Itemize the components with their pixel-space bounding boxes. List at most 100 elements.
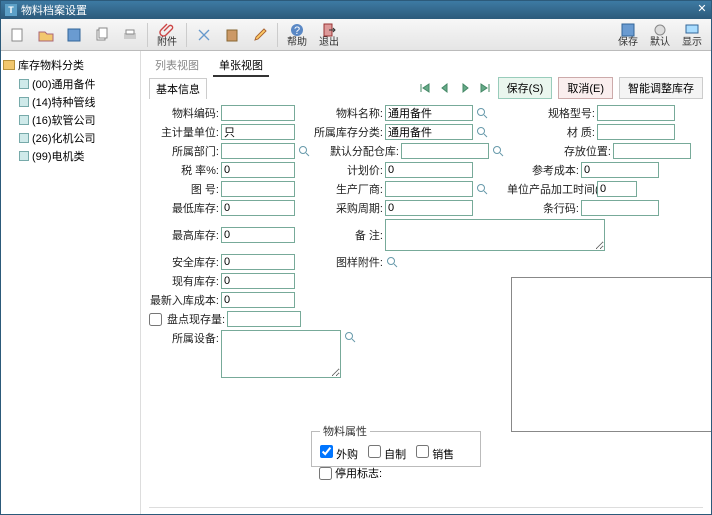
inp-equip[interactable]	[221, 330, 341, 378]
chk-sale[interactable]	[416, 445, 429, 458]
search-icon[interactable]	[385, 255, 399, 269]
tb-paste-icon[interactable]	[219, 21, 245, 49]
tb-copy-icon[interactable]	[89, 21, 115, 49]
main-panel: 列表视图 单张视图 基本信息 保存(S) 取消(E) 智能调整库存 物料编码:	[141, 51, 711, 514]
tb-save-icon[interactable]	[61, 21, 87, 49]
inp-inventory[interactable]	[227, 311, 301, 327]
smart-adjust-button[interactable]: 智能调整库存	[619, 77, 703, 99]
inp-spec[interactable]	[597, 105, 675, 121]
folder-icon	[3, 60, 15, 70]
lbl-remark: 备 注:	[313, 227, 383, 243]
inp-minstock[interactable]	[221, 200, 295, 216]
node-icon	[19, 133, 29, 143]
cancel-button[interactable]: 取消(E)	[558, 77, 613, 99]
lbl-supplier: 生产厂商:	[313, 181, 383, 197]
search-icon[interactable]	[297, 144, 311, 158]
inp-name[interactable]	[385, 105, 473, 121]
inp-plan[interactable]	[385, 162, 473, 178]
lbl-spec: 规格型号:	[507, 105, 595, 121]
inp-code[interactable]	[221, 105, 295, 121]
tb-exit[interactable]: 退出	[314, 21, 344, 49]
lbl-lastcost: 最新入库成本:	[149, 292, 219, 308]
search-icon[interactable]	[475, 182, 489, 196]
inp-maxstock[interactable]	[221, 227, 295, 243]
node-icon	[19, 97, 29, 107]
lbl-safestock: 安全库存:	[149, 254, 219, 270]
inp-proctime[interactable]	[597, 181, 637, 197]
lbl-material: 材 质:	[507, 124, 595, 140]
inp-cat[interactable]	[385, 124, 473, 140]
inp-safestock[interactable]	[221, 254, 295, 270]
chk-out[interactable]	[320, 445, 333, 458]
lbl-proctime: 单位产品加工时间(时):	[507, 181, 595, 197]
chk-deactivate[interactable]	[319, 467, 332, 480]
inp-lastcost[interactable]	[221, 292, 295, 308]
tb-cut-icon[interactable]	[191, 21, 217, 49]
tree-item[interactable]: (00)通用备件	[3, 75, 138, 93]
lbl-minstock: 最低库存:	[149, 200, 219, 216]
search-icon[interactable]	[343, 330, 357, 344]
tb-print-icon[interactable]	[117, 21, 143, 49]
inp-supplier[interactable]	[385, 181, 473, 197]
app-icon: T	[5, 4, 17, 16]
inp-material[interactable]	[597, 124, 675, 140]
lbl-unit: 主计量单位:	[149, 124, 219, 140]
inp-cycle[interactable]	[385, 200, 473, 216]
lbl-tax: 税 率%:	[149, 162, 219, 178]
search-icon[interactable]	[491, 144, 505, 158]
lbl-dept: 所属部门:	[149, 143, 219, 159]
opt-out[interactable]: 外购	[320, 445, 358, 462]
lbl-attrs: 物料属性	[320, 423, 370, 439]
tree-item[interactable]: (26)化机公司	[3, 129, 138, 147]
inp-unit[interactable]	[221, 124, 295, 140]
tb-display[interactable]: 显示	[677, 21, 707, 49]
tab-list-view[interactable]: 列表视图	[149, 55, 205, 77]
svg-text:?: ?	[294, 25, 300, 37]
tb-help[interactable]: ?帮助	[282, 21, 312, 49]
inp-defstore[interactable]	[401, 143, 489, 159]
opt-sale[interactable]: 销售	[416, 445, 454, 462]
inp-loc[interactable]	[613, 143, 691, 159]
opt-self[interactable]: 自制	[368, 445, 406, 462]
lbl-plan: 计划价:	[313, 162, 383, 178]
tree-item[interactable]: (16)软管公司	[3, 111, 138, 129]
close-button[interactable]: ✕	[693, 2, 711, 18]
node-icon	[19, 151, 29, 161]
tab-single-view[interactable]: 单张视图	[213, 55, 269, 77]
inp-refcost[interactable]	[581, 162, 659, 178]
lbl-cycle: 采购周期:	[313, 200, 383, 216]
tb-open-icon[interactable]	[33, 21, 59, 49]
tree-root[interactable]: 库存物料分类	[3, 55, 138, 75]
tb-edit-icon[interactable]	[247, 21, 273, 49]
nav-next-icon[interactable]	[458, 81, 472, 95]
chk-inventory[interactable]	[149, 313, 162, 326]
tb-attach[interactable]: 附件	[152, 21, 182, 49]
inp-barcode[interactable]	[581, 200, 659, 216]
lbl-curstock: 现有库存:	[149, 273, 219, 289]
sidebar-tree: 库存物料分类 (00)通用备件 (14)特种管线 (16)软管公司 (26)化机…	[1, 51, 141, 514]
subtab-basic[interactable]: 基本信息	[149, 78, 207, 99]
inp-drawno[interactable]	[221, 181, 295, 197]
tree-item[interactable]: (99)电机类	[3, 147, 138, 165]
inp-tax[interactable]	[221, 162, 295, 178]
inp-dept[interactable]	[221, 143, 295, 159]
nav-first-icon[interactable]	[418, 81, 432, 95]
window-title: 物料档案设置	[21, 2, 87, 18]
search-icon[interactable]	[475, 125, 489, 139]
tb-new-icon[interactable]	[5, 21, 31, 49]
lbl-maxstock: 最高库存:	[149, 227, 219, 243]
chk-self[interactable]	[368, 445, 381, 458]
tb-save2[interactable]: 保存	[613, 21, 643, 49]
nav-prev-icon[interactable]	[438, 81, 452, 95]
inp-curstock[interactable]	[221, 273, 295, 289]
search-icon[interactable]	[475, 106, 489, 120]
tb-default[interactable]: 默认	[645, 21, 675, 49]
lbl-drawno: 图 号:	[149, 181, 219, 197]
tree-item[interactable]: (14)特种管线	[3, 93, 138, 111]
lbl-name: 物料名称:	[313, 105, 383, 121]
lbl-equip: 所属设备:	[149, 330, 219, 346]
attachment-preview	[511, 277, 711, 432]
nav-last-icon[interactable]	[478, 81, 492, 95]
inp-remark[interactable]	[385, 219, 605, 251]
save-button[interactable]: 保存(S)	[498, 77, 553, 99]
